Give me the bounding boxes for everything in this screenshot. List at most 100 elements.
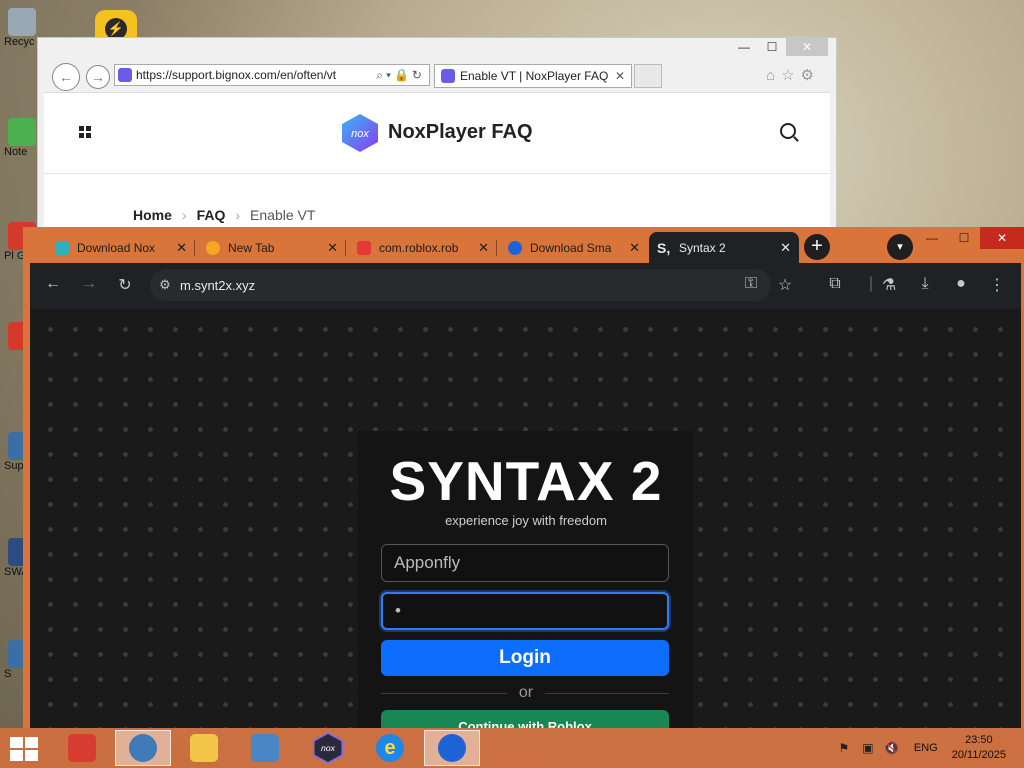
forward-button[interactable]: → (86, 65, 110, 89)
taskbar-internet-explorer[interactable]: e (362, 730, 418, 766)
taskbar-control-panel[interactable] (237, 730, 293, 766)
taskbar-chrome[interactable] (424, 730, 480, 766)
new-tab-favicon-icon (206, 240, 220, 255)
username-input[interactable]: Apponfly (381, 544, 669, 582)
taskbar-noxplayer[interactable]: nox (300, 730, 356, 766)
page-subtitle: experience joy with freedom (445, 513, 607, 528)
gear-icon[interactable]: ⚙ (801, 67, 820, 84)
maximize-button[interactable]: ☐ (758, 38, 786, 56)
svg-text:nox: nox (351, 128, 369, 140)
taskbar: nox e ⚑ ▣ 🔇 ENG 23:50 20/11/2025 (0, 728, 1024, 768)
omnibox[interactable]: ⚙ m.synt2x.xyz (150, 269, 771, 301)
nox-favicon-icon (441, 69, 455, 83)
extensions-icon[interactable]: ⧉ (824, 275, 846, 293)
page-viewport: SYNTAX 2 experience joy with freedom App… (30, 309, 1021, 728)
page-title: SYNTAX 2 (389, 450, 663, 512)
address-tools-icon[interactable]: ⌕▾🔒↻ (376, 68, 429, 83)
chrome-tabstrip: Download Nox ✕ New Tab ✕ com.roblox.rob … (23, 227, 1024, 263)
ie-tab-title: Enable VT | NoxPlayer FAQ (460, 69, 609, 83)
network-icon[interactable]: ▣ (858, 741, 878, 755)
chrome-tab-download-nox[interactable]: Download Nox ✕ (47, 232, 195, 263)
maximize-button[interactable]: ☐ (948, 227, 980, 249)
arrow-left-icon: ← (45, 275, 61, 292)
breadcrumb-current: Enable VT (250, 207, 316, 223)
clock[interactable]: 23:50 20/11/2025 (952, 733, 1006, 763)
labs-flask-icon[interactable]: ⚗ (878, 275, 900, 295)
start-button[interactable] (10, 737, 38, 761)
star-icon[interactable]: ☆ (781, 67, 800, 84)
back-button[interactable]: ← (42, 275, 64, 293)
arrow-right-icon: → (81, 275, 97, 292)
chrome-toolbar: ← → ↻ ⚙ m.synt2x.xyz ⚿ ☆ ⧉ | ⚗ ⤓ ● ⋮ (30, 263, 1021, 309)
omnibox-url: m.synt2x.xyz (180, 277, 256, 293)
close-tab-icon[interactable]: ✕ (327, 240, 338, 256)
breadcrumb: Home › FAQ › Enable VT (133, 207, 315, 223)
clock-time: 23:50 (965, 734, 993, 746)
chrome-tab-download-sma[interactable]: Download Sma ✕ (500, 232, 648, 263)
syntax-favicon-icon: S, (657, 239, 671, 256)
download-favicon-icon (508, 240, 522, 255)
reload-icon: ↻ (118, 277, 132, 294)
site-title[interactable]: NoxPlayer FAQ (388, 121, 533, 144)
reload-button[interactable]: ↻ (114, 275, 136, 295)
taskbar-app-2[interactable] (115, 730, 171, 766)
download-icon[interactable]: ⤓ (914, 275, 936, 293)
arrow-left-icon: ← (59, 69, 73, 85)
forward-button[interactable]: → (78, 275, 100, 293)
close-tab-icon[interactable]: ✕ (629, 240, 640, 256)
key-icon[interactable]: ⚿ (740, 275, 762, 293)
close-tab-icon[interactable]: ✕ (478, 240, 489, 256)
home-icon[interactable]: ⌂ (766, 67, 781, 84)
grid-menu-icon[interactable] (79, 126, 91, 138)
close-tab-icon[interactable]: ✕ (615, 69, 631, 83)
ie-url-text: https://support.bignox.com/en/often/vt (136, 68, 337, 82)
chrome-tab-roblox[interactable]: com.roblox.rob ✕ (349, 232, 497, 263)
continue-with-roblox-button[interactable]: Continue with Roblox (381, 710, 669, 728)
app-icon (68, 734, 96, 762)
chevron-down-icon: ▾ (897, 241, 903, 253)
nox-logo-icon: nox (313, 732, 343, 764)
chrome-tab-syntax-2[interactable]: S, Syntax 2 ✕ (649, 232, 799, 263)
nox-download-favicon-icon (55, 240, 69, 255)
browser-icon (438, 734, 466, 762)
bookmark-star-icon[interactable]: ☆ (774, 275, 796, 295)
nox-logo-icon: nox (342, 114, 378, 152)
or-separator: or (358, 684, 694, 702)
taskbar-file-explorer[interactable] (176, 730, 232, 766)
ie-new-tab-button[interactable] (634, 64, 662, 88)
breadcrumb-faq[interactable]: FAQ (197, 207, 226, 223)
desktop-icon-recycle-bin[interactable]: Recyc (4, 8, 40, 48)
close-tab-icon[interactable]: ✕ (176, 240, 187, 256)
minimize-button[interactable]: — (730, 38, 758, 56)
breadcrumb-home[interactable]: Home (133, 207, 172, 223)
login-card: SYNTAX 2 experience joy with freedom App… (358, 431, 694, 728)
language-indicator[interactable]: ENG (914, 742, 938, 754)
roblox-favicon-icon (357, 240, 371, 255)
ie-navbar: ← → https://support.bignox.com/en/often/… (46, 62, 828, 91)
minimize-button[interactable]: — (916, 227, 948, 249)
back-button[interactable]: ← (52, 63, 80, 91)
taskbar-app-1[interactable] (54, 730, 110, 766)
close-button[interactable]: ✕ (980, 227, 1024, 249)
profile-avatar-icon[interactable]: ● (950, 275, 972, 293)
folder-icon (190, 734, 218, 762)
ie-titlebar: — ☐ ✕ (38, 38, 836, 56)
site-info-icon[interactable]: ⚙ (150, 277, 180, 293)
close-button[interactable]: ✕ (786, 38, 828, 56)
search-icon[interactable] (780, 123, 796, 139)
ie-icon: e (376, 734, 404, 762)
volume-muted-icon[interactable]: 🔇 (882, 741, 902, 755)
menu-kebab-icon[interactable]: ⋮ (986, 275, 1008, 295)
close-tab-icon[interactable]: ✕ (780, 240, 791, 256)
desktop-icon-notepad[interactable]: Note (4, 118, 40, 158)
login-button[interactable]: Login (381, 640, 669, 676)
chrome-window: Download Nox ✕ New Tab ✕ com.roblox.rob … (23, 227, 1024, 728)
control-panel-icon (251, 734, 279, 762)
ie-tab-active[interactable]: Enable VT | NoxPlayer FAQ ✕ (434, 64, 632, 88)
password-input[interactable]: • (381, 592, 669, 630)
tab-search-button[interactable]: ▾ (887, 234, 913, 260)
flag-icon[interactable]: ⚑ (834, 741, 854, 755)
ie-address-bar[interactable]: https://support.bignox.com/en/often/vt ⌕… (114, 64, 430, 86)
new-tab-button[interactable]: + (804, 234, 830, 260)
chrome-tab-new-tab[interactable]: New Tab ✕ (198, 232, 346, 263)
